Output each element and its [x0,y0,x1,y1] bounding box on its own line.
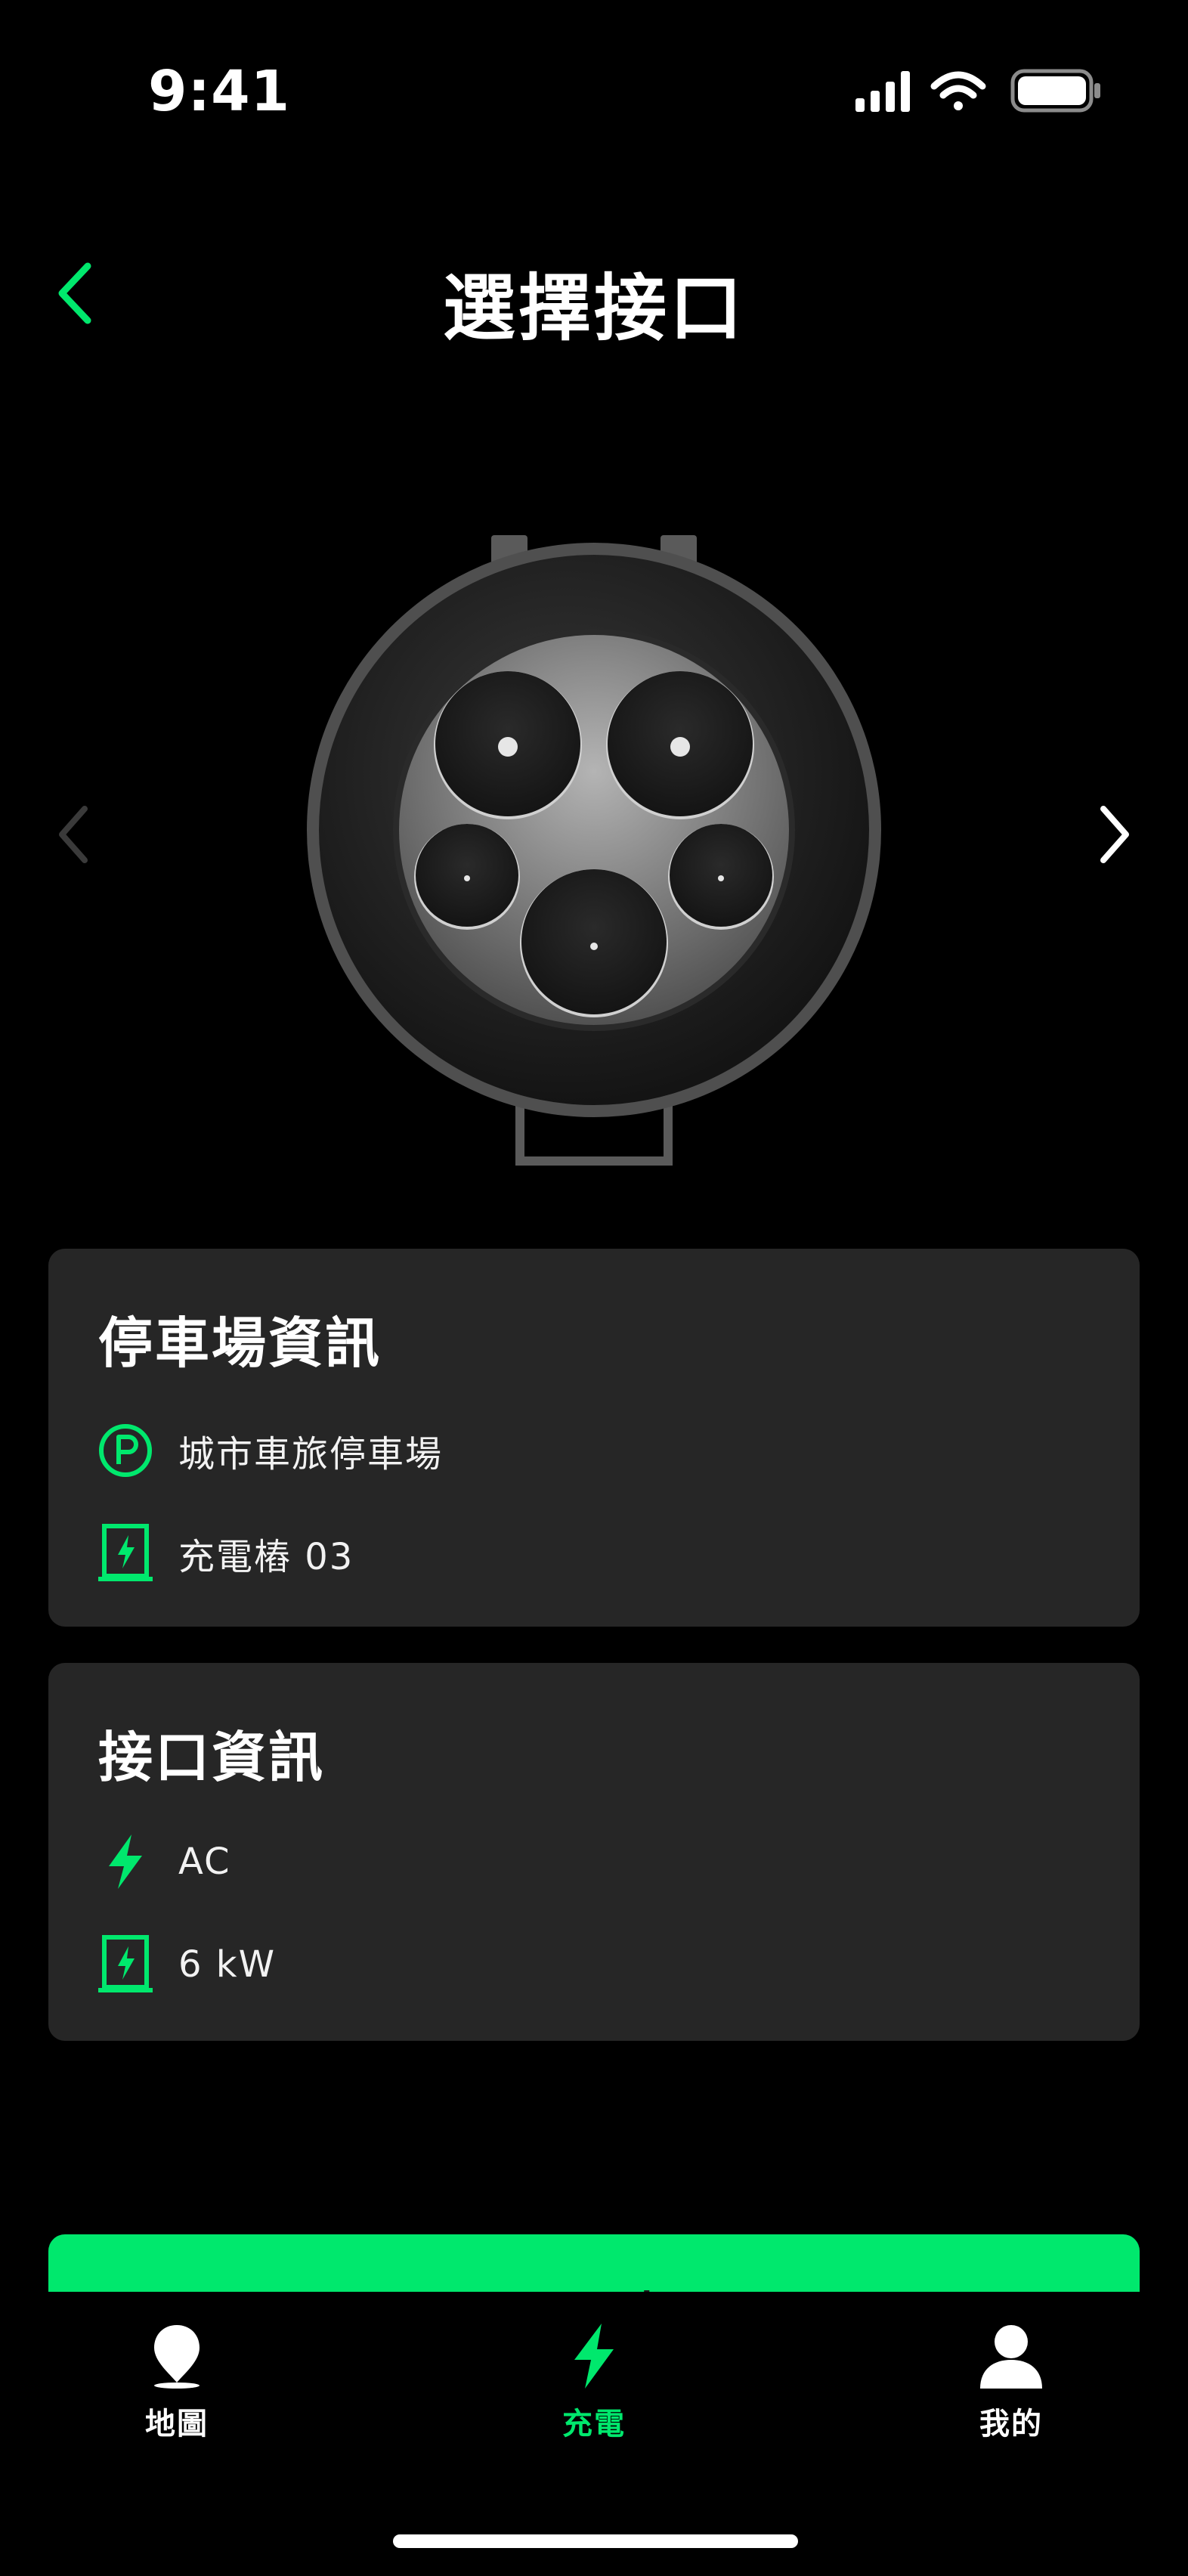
parking-lot-name: 城市車旅停車場 [178,1433,444,1475]
charging-station-icon [98,1522,153,1584]
charger-name: 充電樁 03 [178,1536,354,1578]
tab-charge-label: 充電 [562,2407,626,2441]
cellular-signal-icon [855,71,910,112]
wifi-icon [930,71,986,110]
tab-map-label: 地圖 [145,2407,209,2441]
tab-charge[interactable]: 充電 [496,2322,692,2473]
power-row: 6 kW [98,1930,276,1999]
lightning-icon [574,2324,614,2389]
parking-info-card: 停車場資訊 城市車旅停車場 充電樁 03 [48,1249,1140,1627]
parking-lot-row: 城市車旅停車場 [98,1416,443,1485]
tab-bar: 地圖 充電 我的 [0,2292,1188,2576]
chevron-left-icon [59,806,88,863]
home-indicator [393,2534,798,2548]
parking-icon [98,1420,153,1482]
connector-info-title: 接口資訊 [98,1726,326,1789]
tab-map[interactable]: 地圖 [79,2322,275,2473]
person-icon [980,2325,1042,2389]
battery-icon [1010,69,1100,113]
status-icons [855,67,1105,115]
previous-connector-button[interactable] [48,795,101,871]
current-type-row: AC [98,1828,231,1896]
connector-info-card: 接口資訊 AC 6 kW [48,1663,1140,2041]
page-title: 選擇接口 [443,266,745,351]
map-pin-icon [154,2325,200,2389]
charging-station-icon [98,1934,153,1995]
status-time: 9:41 [148,59,291,124]
tab-mine[interactable]: 我的 [913,2322,1109,2473]
parking-info-title: 停車場資訊 [98,1311,382,1375]
lightning-icon [98,1831,153,1893]
power-rating: 6 kW [178,1943,277,1986]
chevron-right-icon [1100,806,1129,863]
charger-row: 充電樁 03 [98,1519,354,1587]
connector-image [302,529,886,1172]
tab-mine-label: 我的 [979,2407,1043,2441]
next-connector-button[interactable] [1087,795,1140,871]
current-type: AC [178,1841,231,1883]
